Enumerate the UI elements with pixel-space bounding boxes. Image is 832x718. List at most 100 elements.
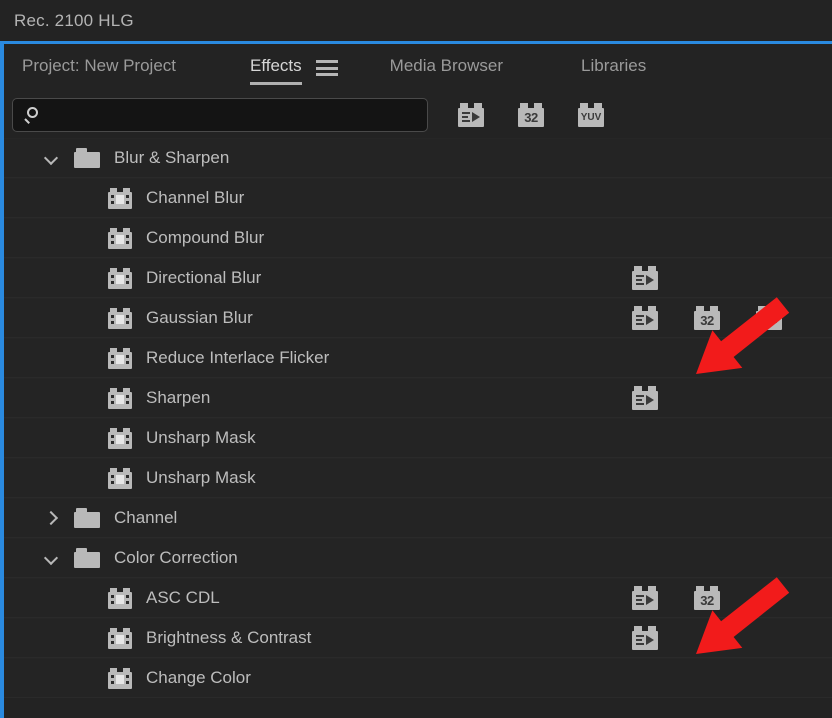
row-badge-slots xyxy=(632,619,818,657)
accelerated-effect-filter-icon[interactable] xyxy=(458,102,484,127)
row-badge-slots: 32 xyxy=(632,579,818,617)
menu-line-1 xyxy=(315,60,338,63)
effect-label: Unsharp Mask xyxy=(146,468,256,487)
effect-label: Reduce Interlace Flicker xyxy=(146,348,330,367)
row-badge-slots xyxy=(632,139,818,177)
effect-clip-icon xyxy=(108,307,132,329)
tab-media-browser[interactable]: Media Browser xyxy=(390,56,503,85)
effect-clip-icon xyxy=(108,467,132,489)
effect-label: Compound Blur xyxy=(146,228,265,247)
effect-label: Sharpen xyxy=(146,388,211,407)
row-badge-slots xyxy=(632,419,818,457)
search-and-filter-row: 32 YUV xyxy=(4,91,832,138)
chevron-down-icon[interactable] xyxy=(42,549,60,567)
effect-clip-icon xyxy=(108,667,132,689)
effect-label: Channel Blur xyxy=(146,188,245,207)
effect-clip-icon xyxy=(108,627,132,649)
badge-slot xyxy=(632,626,694,650)
accelerated-effect-badge xyxy=(632,266,658,290)
32-bit-color-badge: 32 xyxy=(694,586,720,610)
badge-slot xyxy=(632,586,694,610)
folder-row-channel[interactable]: Channel xyxy=(4,498,832,538)
effect-label: Directional Blur xyxy=(146,268,262,287)
accelerated-effect-badge xyxy=(632,306,658,330)
effect-clip-icon xyxy=(108,227,132,249)
badge-slot: 32 xyxy=(694,306,756,330)
effect-clip-icon xyxy=(108,347,132,369)
effect-row-sharpen[interactable]: Sharpen xyxy=(4,378,832,418)
32-bit-color-filter-icon[interactable]: 32 xyxy=(518,102,544,127)
chevron-down-icon[interactable] xyxy=(42,149,60,167)
32-bit-filter-label: 32 xyxy=(524,109,538,125)
row-badge-slots xyxy=(632,219,818,257)
row-badge-slots xyxy=(632,179,818,217)
effect-clip-icon xyxy=(108,187,132,209)
active-tab-underline xyxy=(250,82,302,85)
yuv-color-badge: YUV xyxy=(756,306,782,330)
effect-row-brightness-contrast[interactable]: Brightness & Contrast xyxy=(4,618,832,658)
accelerated-effect-badge xyxy=(632,626,658,650)
effect-label: Gaussian Blur xyxy=(146,308,253,327)
row-badge-slots xyxy=(632,459,818,497)
effect-label: ASC CDL xyxy=(146,588,220,607)
tab-media-browser-label: Media Browser xyxy=(389,56,504,75)
accelerated-effect-badge xyxy=(632,386,658,410)
search-icon xyxy=(24,106,41,124)
effect-clip-icon xyxy=(108,427,132,449)
effect-row-compound-blur[interactable]: Compound Blur xyxy=(4,218,832,258)
panel-tab-bar: Project: New Project Effects Media Brows… xyxy=(4,44,832,91)
folder-icon xyxy=(74,548,100,568)
effect-clip-icon xyxy=(108,387,132,409)
row-badge-slots xyxy=(632,659,818,697)
effect-label: Change Color xyxy=(146,668,251,687)
tab-project-label: Project: New Project xyxy=(22,56,176,75)
effects-tree-list[interactable]: Blur & Sharpen Channel Blur Compound Blur D… xyxy=(4,138,832,718)
tab-libraries-label: Libraries xyxy=(581,56,647,75)
row-badge-slots xyxy=(632,339,818,377)
32-bit-color-badge: 32 xyxy=(694,306,720,330)
folder-label: Channel xyxy=(114,508,178,527)
menu-line-2 xyxy=(315,66,338,70)
effect-clip-icon xyxy=(108,267,132,289)
tab-effects[interactable]: Effects xyxy=(250,56,302,85)
effect-row-unsharp-mask[interactable]: Unsharp Mask xyxy=(4,418,832,458)
folder-label: Color Correction xyxy=(114,548,238,567)
row-badge-slots xyxy=(632,379,818,417)
effect-row-change-color[interactable]: Change Color xyxy=(4,658,832,698)
effect-row-unsharp-mask[interactable]: Unsharp Mask xyxy=(4,458,832,498)
badge-slot: YUV xyxy=(756,306,818,330)
folder-icon xyxy=(74,148,100,168)
badge-slot xyxy=(632,266,694,290)
badge-slot xyxy=(632,306,694,330)
tab-libraries[interactable]: Libraries xyxy=(581,56,646,85)
effect-row-reduce-interlace-flicker[interactable]: Reduce Interlace Flicker xyxy=(4,338,832,378)
row-badge-slots xyxy=(632,259,818,297)
folder-icon xyxy=(74,508,100,528)
effect-row-channel-blur[interactable]: Channel Blur xyxy=(4,178,832,218)
folder-row-color-correction[interactable]: Color Correction xyxy=(4,538,832,578)
sequence-title: Rec. 2100 HLG xyxy=(14,10,134,30)
tab-project[interactable]: Project: New Project xyxy=(22,56,176,85)
tab-effects-label: Effects xyxy=(250,56,302,75)
chevron-right-icon[interactable] xyxy=(42,509,60,527)
row-badge-slots xyxy=(632,499,818,537)
search-field[interactable] xyxy=(12,97,428,132)
folder-label: Blur & Sharpen xyxy=(114,148,230,167)
yuv-color-filter-icon[interactable]: YUV xyxy=(578,102,604,127)
hamburger-menu-icon[interactable] xyxy=(315,60,338,76)
effects-panel: Project: New Project Effects Media Brows… xyxy=(0,41,832,718)
accelerated-effect-badge xyxy=(632,586,658,610)
effect-row-directional-blur[interactable]: Directional Blur xyxy=(4,258,832,298)
effect-row-gaussian-blur[interactable]: Gaussian Blur 32 YUV xyxy=(4,298,832,338)
badge-slot xyxy=(632,386,694,410)
sequence-title-bar: Rec. 2100 HLG xyxy=(0,0,832,41)
search-input[interactable] xyxy=(50,106,427,123)
effect-row-asc-cdl[interactable]: ASC CDL 32 xyxy=(4,578,832,618)
row-badge-slots xyxy=(632,539,818,577)
effect-clip-icon xyxy=(108,587,132,609)
folder-row-blur-sharpen[interactable]: Blur & Sharpen xyxy=(4,138,832,178)
effect-label: Unsharp Mask xyxy=(146,428,256,447)
badge-slot: 32 xyxy=(694,586,756,610)
yuv-filter-label: YUV xyxy=(580,111,602,123)
row-badge-slots: 32 YUV xyxy=(632,299,818,337)
